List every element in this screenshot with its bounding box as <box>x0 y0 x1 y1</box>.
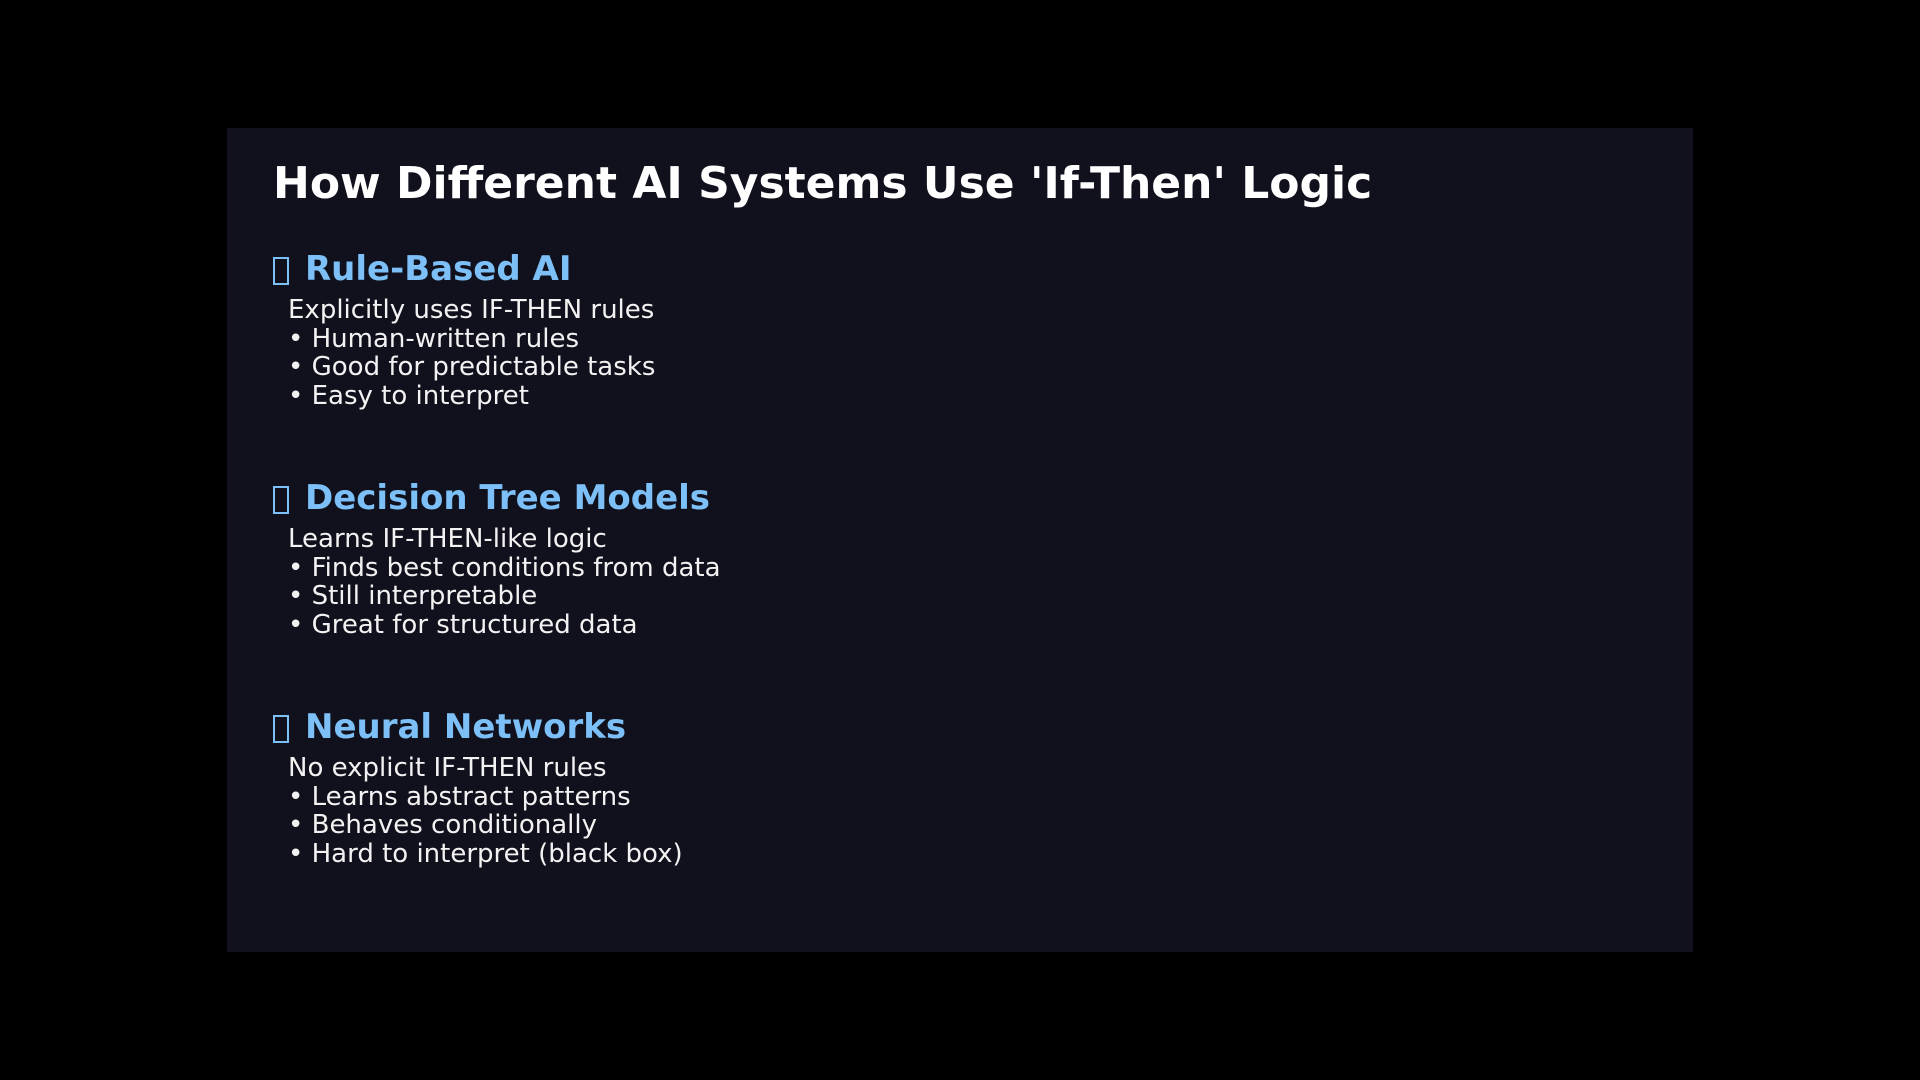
section-body: Explicitly uses IF-THEN rules • Human-wr… <box>288 296 1473 410</box>
section-neural-networks: Neural Networks No explicit IF-THEN rule… <box>273 704 1473 868</box>
bullet-item: • Behaves conditionally <box>288 810 598 840</box>
section-summary: Learns IF-THEN-like logic <box>288 524 607 554</box>
bullet-item: • Good for predictable tasks <box>288 352 656 382</box>
section-body: No explicit IF-THEN rules • Learns abstr… <box>288 754 1473 868</box>
section-heading-label: Neural Networks <box>305 707 627 747</box>
bullet-item: • Human-written rules <box>288 323 579 354</box>
bullet-item: • Still interpretable <box>288 581 538 611</box>
section-rule-based-ai: Rule-Based AI Explicitly uses IF-THEN ru… <box>273 246 1473 410</box>
missing-glyph-icon <box>273 715 289 743</box>
bullet-item: • Easy to interpret <box>288 380 529 411</box>
bullet-item: • Hard to interpret (black box) <box>288 838 683 869</box>
bullet-item: • Learns abstract patterns <box>288 781 631 812</box>
section-body: Learns IF-THEN-like logic • Finds best c… <box>288 525 1473 639</box>
section-heading: Decision Tree Models <box>273 475 1473 521</box>
section-decision-tree-models: Decision Tree Models Learns IF-THEN-like… <box>273 475 1473 639</box>
section-heading-label: Rule-Based AI <box>305 249 572 289</box>
missing-glyph-icon <box>273 486 289 514</box>
section-summary: No explicit IF-THEN rules <box>288 753 607 783</box>
bullet-item: • Great for structured data <box>288 609 638 640</box>
section-heading: Neural Networks <box>273 704 1473 750</box>
slide-title: How Different AI Systems Use 'If-Then' L… <box>273 158 1373 209</box>
section-summary: Explicitly uses IF-THEN rules <box>288 295 655 325</box>
section-heading: Rule-Based AI <box>273 246 1473 292</box>
slide-panel: How Different AI Systems Use 'If-Then' L… <box>227 128 1693 952</box>
missing-glyph-icon <box>273 257 289 285</box>
section-heading-label: Decision Tree Models <box>305 478 711 518</box>
bullet-item: • Finds best conditions from data <box>288 552 721 583</box>
